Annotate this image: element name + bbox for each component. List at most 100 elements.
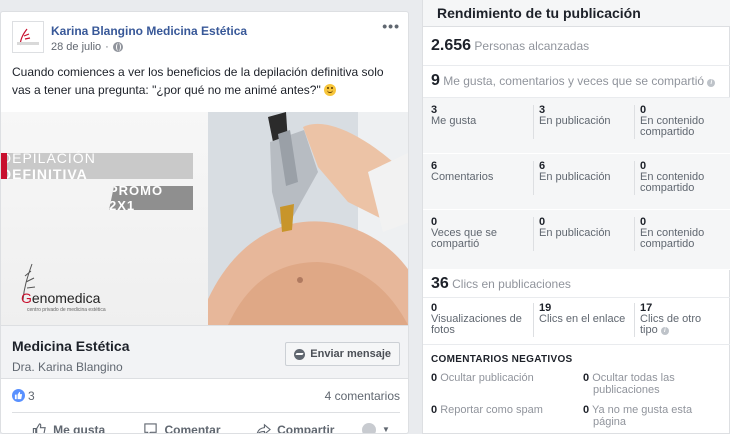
hide-post-value: 0 [431,372,438,384]
shares-total: 0 Veces que se compartió [431,217,497,250]
banner-text: DEPILACIÓN DEFINITIVA [1,150,187,182]
shares-row: 0 Veces que se compartió 0 En publicació… [423,210,730,270]
info-icon[interactable]: i [707,79,716,87]
cta-subtitle: Dra. Karina Blangino [12,360,123,374]
laser-treatment-illustration [208,112,408,325]
insights-title: Rendimiento de tu publicación [423,0,730,27]
share-button[interactable]: Compartir [239,413,352,434]
thumbs-up-icon [14,391,23,400]
banner-text-light: DEPILACIÓN [1,150,96,166]
reach-value: 2.656 [431,37,472,54]
like-button[interactable]: Me gusta [12,413,125,434]
photo-views: 0 Visualizaciones de fotos [431,303,522,336]
clicks-breakdown: 0 Visualizaciones de fotos 19 Clics en e… [423,298,730,345]
reach-metric: 2.656 Personas alcanzadas [423,28,730,66]
page-mini-avatar [362,422,377,433]
more-options-icon[interactable]: ••• [382,18,400,34]
shares-on-post: 0 En publicación [533,217,611,251]
engagement-value: 9 [431,72,440,89]
comments-on-shares: 0 En contenido compartido [634,161,704,195]
meta-separator: · [105,41,109,53]
messenger-icon [294,348,306,360]
post-card: Karina Blangino Medicina Estética 28 de … [0,11,409,434]
post-text: Cuando comiences a ver los beneficios de… [12,63,404,99]
logo-g: G [21,290,32,306]
reaction-count[interactable]: 3 [28,389,35,403]
comments-row: 6 Comentarios 6 En publicación 0 En cont… [423,154,730,210]
share-arrow-icon [256,423,272,433]
likes-on-post-label: En publicación [539,115,611,127]
report-spam-value: 0 [431,404,438,416]
report-spam-metric: 0 Reportar como spam [431,404,543,416]
globe-icon [112,42,123,52]
unlike-page-label-1: Ya no me gusta esta [591,404,693,416]
clicks-metric: 36 Clics en publicaciones [423,270,730,298]
cta-title[interactable]: Medicina Estética [12,338,130,354]
comments-total: 6 Comentarios [431,161,493,183]
genomedica-logo: Genomedica centro privado de medicina es… [13,260,123,313]
hide-all-label-2: publicaciones [593,384,660,396]
like-reaction-icon[interactable] [12,389,25,402]
likes-on-shares: 0 En contenido compartido [634,105,704,139]
post-insights-panel: Rendimiento de tu publicación 2.656 Pers… [422,0,730,434]
comments-count[interactable]: 4 comentarios [325,389,400,403]
likes-row: 3 Me gusta 3 En publicación 0 En conteni… [423,98,730,154]
likes-total: 3 Me gusta [431,105,476,127]
banner-accent [1,153,7,179]
comment-bubble-icon [144,423,158,433]
unlike-page-label-2: página [593,416,627,428]
post-date[interactable]: 28 de julio [51,41,101,53]
treatment-photo [208,112,408,325]
post-image[interactable]: DEPILACIÓN DEFINITIVA PROMO 2X1 Genomedi… [1,112,408,325]
like-label: Me gusta [53,422,106,434]
link-clicks-label: Clics en el enlace [539,313,626,325]
post-meta: 28 de julio · [51,41,123,53]
genomedica-logo-icon [17,28,39,46]
link-clicks: 19 Clics en el enlace [533,303,625,337]
comment-button[interactable]: Comentar [125,413,238,434]
logo-rest: enomedica [31,290,101,306]
post-as-selector[interactable]: ▼ [352,413,400,433]
post-header: Karina Blangino Medicina Estética 28 de … [1,12,408,60]
shares-on-shares: 0 En contenido compartido [634,217,704,251]
page-avatar[interactable] [12,21,44,53]
hide-all-metric: 0 Ocultar todas las publicaciones [583,372,675,396]
send-message-button[interactable]: Enviar mensaje [285,342,400,366]
photo-views-label-2: fotos [431,324,455,336]
report-spam-label: Reportar como spam [440,404,543,416]
likes-on-shares-label-2: compartido [640,126,695,138]
send-message-label: Enviar mensaje [310,348,391,360]
ad-graphic: DEPILACIÓN DEFINITIVA PROMO 2X1 Genomedi… [1,112,208,325]
other-clicks-label-2: tipo i [640,325,701,336]
banner-text-bold: DEFINITIVA [1,166,88,182]
comments-on-post: 6 En publicación [533,161,611,195]
comments-on-post-label: En publicación [539,171,611,183]
reach-label: Personas alcanzadas [474,39,590,53]
thumbs-up-outline-icon [33,423,46,433]
page-name-link[interactable]: Karina Blangino Medicina Estética [51,24,247,38]
share-label: Compartir [277,422,335,434]
likes-on-post: 3 En publicación [533,105,611,139]
hide-post-label: Ocultar publicación [440,372,534,384]
hide-all-value: 0 [583,372,590,384]
clicks-label: Clics en publicaciones [452,277,571,291]
promo-text: PROMO 2X1 [109,183,164,213]
other-clicks: 17 Clics de otro tipo i [634,303,701,337]
hide-post-metric: 0 Ocultar publicación [431,372,534,384]
unlike-page-metric: 0 Ya no me gusta esta página [583,404,692,428]
clicks-value: 36 [431,275,449,292]
comment-label: Comentar [164,422,221,434]
banner-depilacion: DEPILACIÓN DEFINITIVA [1,150,193,182]
banner-promo: PROMO 2X1 [109,186,193,210]
negative-feedback-title: COMENTARIOS NEGATIVOS [431,354,573,365]
logo-tagline: centro privado de medicina estética [27,307,106,313]
logo-wordmark: Genomedica [21,290,100,306]
info-icon[interactable]: i [660,327,669,335]
comments-total-label: Comentarios [431,171,494,183]
page-cta-bar: Medicina Estética Dra. Karina Blangino E… [1,325,408,379]
engagement-metric: 9 Me gusta, comentarios y veces que se c… [423,66,730,98]
shares-total-label-2: compartió [431,238,480,250]
hide-all-label-1: Ocultar todas las [592,372,675,384]
unlike-page-value: 0 [583,404,590,416]
smiley-emoji-icon [324,84,337,96]
